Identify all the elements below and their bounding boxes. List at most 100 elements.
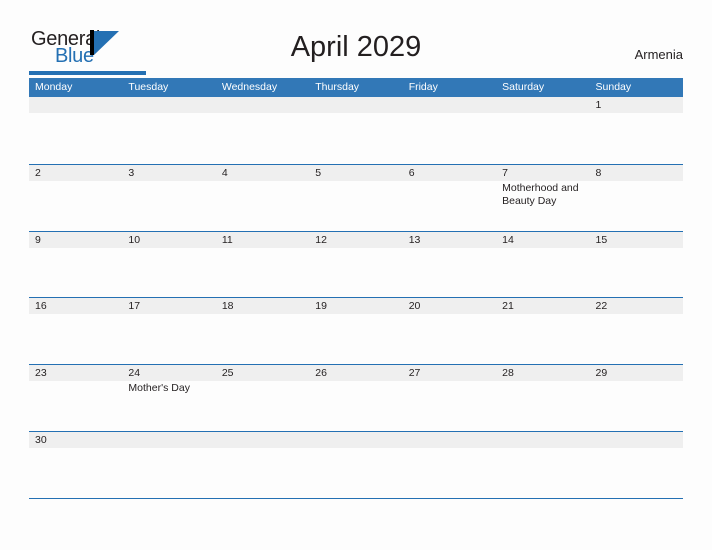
day-number xyxy=(409,97,496,113)
calendar-day-cell[interactable]: 21 xyxy=(496,298,589,364)
calendar-day-cell[interactable]: 13 xyxy=(403,232,496,298)
weekday-friday: Friday xyxy=(408,81,438,93)
day-number: 3 xyxy=(128,166,135,179)
calendar-day-cell[interactable]: 12 xyxy=(309,232,402,298)
day-number: 12 xyxy=(315,233,327,246)
calendar-empty-cell xyxy=(216,97,309,164)
calendar-empty-cell xyxy=(590,432,683,498)
calendar-week-row: 30 xyxy=(29,430,683,498)
day-number: 23 xyxy=(35,367,47,380)
weekday-monday: Monday xyxy=(35,81,73,93)
day-number: 11 xyxy=(221,233,233,246)
day-number: 9 xyxy=(35,233,41,246)
day-number: 10 xyxy=(128,233,141,246)
day-number: 15 xyxy=(595,233,608,246)
calendar-bottom-rule xyxy=(29,497,683,499)
calendar-grid: Monday Tuesday Wednesday Thursday Friday… xyxy=(29,78,683,499)
calendar-day-cell[interactable]: 9 xyxy=(29,232,122,298)
calendar-day-cell[interactable]: 2 xyxy=(29,165,122,231)
calendar-week-cells: 23 24 Mother's Day 25 26 27 28 29 xyxy=(29,365,683,431)
logo-underline-rule xyxy=(29,71,146,75)
day-number xyxy=(222,97,309,113)
day-number: 28 xyxy=(502,367,514,380)
calendar-day-cell[interactable]: 7 Motherhood and Beauty Day xyxy=(496,165,589,231)
calendar-day-cell[interactable]: 22 xyxy=(590,298,683,364)
calendar-day-cell[interactable]: 28 xyxy=(496,365,589,431)
calendar-empty-cell xyxy=(122,97,215,164)
weekday-sunday: Sunday xyxy=(595,81,632,93)
calendar-day-cell[interactable]: 29 xyxy=(590,365,683,431)
calendar-day-cell[interactable]: 18 xyxy=(216,298,309,364)
calendar-day-cell[interactable]: 17 xyxy=(122,298,215,364)
calendar-day-cell[interactable]: 15 xyxy=(590,232,683,298)
weekday-thursday: Thursday xyxy=(315,81,360,93)
calendar-weeks: 1 2 3 4 5 6 7 Motherhood and Beauty Day 8 9 10 11 12… xyxy=(29,97,683,499)
calendar-day-cell[interactable]: 14 xyxy=(496,232,589,298)
calendar-week-cells: 16 17 18 19 20 21 22 xyxy=(29,298,683,364)
day-number xyxy=(596,432,683,448)
weekday-wednesday: Wednesday xyxy=(221,81,278,93)
calendar-week-row: 1 xyxy=(29,97,683,164)
calendar-week-cells: 2 3 4 5 6 7 Motherhood and Beauty Day 8 xyxy=(29,165,683,231)
calendar-day-cell[interactable]: 16 xyxy=(29,298,122,364)
day-number: 27 xyxy=(408,367,421,380)
day-number: 1 xyxy=(595,99,602,111)
day-number xyxy=(35,97,122,113)
day-number xyxy=(315,432,402,448)
calendar-empty-cell xyxy=(309,97,402,164)
weekday-tuesday: Tuesday xyxy=(128,81,169,93)
calendar-day-cell[interactable]: 6 xyxy=(403,165,496,231)
calendar-week-row: 9 10 11 12 13 14 15 xyxy=(29,230,683,298)
calendar-empty-cell xyxy=(216,432,309,498)
calendar-day-cell[interactable]: 1 xyxy=(590,97,683,164)
calendar-day-cell[interactable]: 20 xyxy=(403,298,496,364)
day-number xyxy=(315,97,402,113)
day-number: 22 xyxy=(595,300,608,313)
calendar-day-cell[interactable]: 5 xyxy=(309,165,402,231)
day-number: 25 xyxy=(221,367,234,380)
country-label: Armenia xyxy=(634,47,683,62)
page-title: April 2029 xyxy=(290,31,422,63)
page-header: General Blue April 2029 Armenia xyxy=(0,0,712,76)
calendar-day-cell[interactable]: 24 Mother's Day xyxy=(122,365,215,431)
calendar-empty-cell xyxy=(122,432,215,498)
day-number: 13 xyxy=(408,233,421,246)
calendar-day-cell[interactable]: 3 xyxy=(122,165,215,231)
calendar-week-row: 16 17 18 19 20 21 22 xyxy=(29,297,683,364)
day-events: Motherhood and Beauty Day xyxy=(502,182,589,208)
day-number: 4 xyxy=(221,166,228,179)
calendar-page: General Blue April 2029 Armenia Monday T… xyxy=(0,0,712,550)
day-events: Mother's Day xyxy=(128,382,215,395)
calendar-day-cell[interactable]: 4 xyxy=(216,165,309,231)
day-number: 16 xyxy=(35,300,47,313)
calendar-day-cell[interactable]: 19 xyxy=(309,298,402,364)
calendar-week-row: 2 3 4 5 6 7 Motherhood and Beauty Day 8 xyxy=(29,163,683,231)
day-number xyxy=(222,432,309,448)
day-number: 8 xyxy=(595,166,602,179)
calendar-day-cell[interactable]: 27 xyxy=(403,365,496,431)
calendar-day-cell[interactable]: 30 xyxy=(29,432,122,498)
day-number: 20 xyxy=(408,300,421,313)
day-number: 24 xyxy=(128,367,141,380)
holiday-label: Motherhood and Beauty Day xyxy=(502,181,579,207)
calendar-day-cell[interactable]: 8 xyxy=(590,165,683,231)
calendar-day-cell[interactable]: 10 xyxy=(122,232,215,298)
day-number: 29 xyxy=(595,367,608,380)
calendar-empty-cell xyxy=(496,432,589,498)
calendar-day-cell[interactable]: 26 xyxy=(309,365,402,431)
day-number xyxy=(128,432,215,448)
calendar-week-cells: 9 10 11 12 13 14 15 xyxy=(29,232,683,298)
calendar-empty-cell xyxy=(309,432,402,498)
weekday-header-row: Monday Tuesday Wednesday Thursday Friday… xyxy=(29,78,683,97)
calendar-week-cells: 30 xyxy=(29,432,683,498)
day-number: 30 xyxy=(35,433,47,446)
day-number: 26 xyxy=(315,367,327,380)
day-number: 5 xyxy=(315,166,322,179)
calendar-day-cell[interactable]: 11 xyxy=(216,232,309,298)
calendar-empty-cell xyxy=(403,97,496,164)
calendar-day-cell[interactable]: 25 xyxy=(216,365,309,431)
day-number: 21 xyxy=(502,300,514,313)
day-number: 7 xyxy=(502,166,508,179)
calendar-empty-cell xyxy=(496,97,589,164)
calendar-day-cell[interactable]: 23 xyxy=(29,365,122,431)
